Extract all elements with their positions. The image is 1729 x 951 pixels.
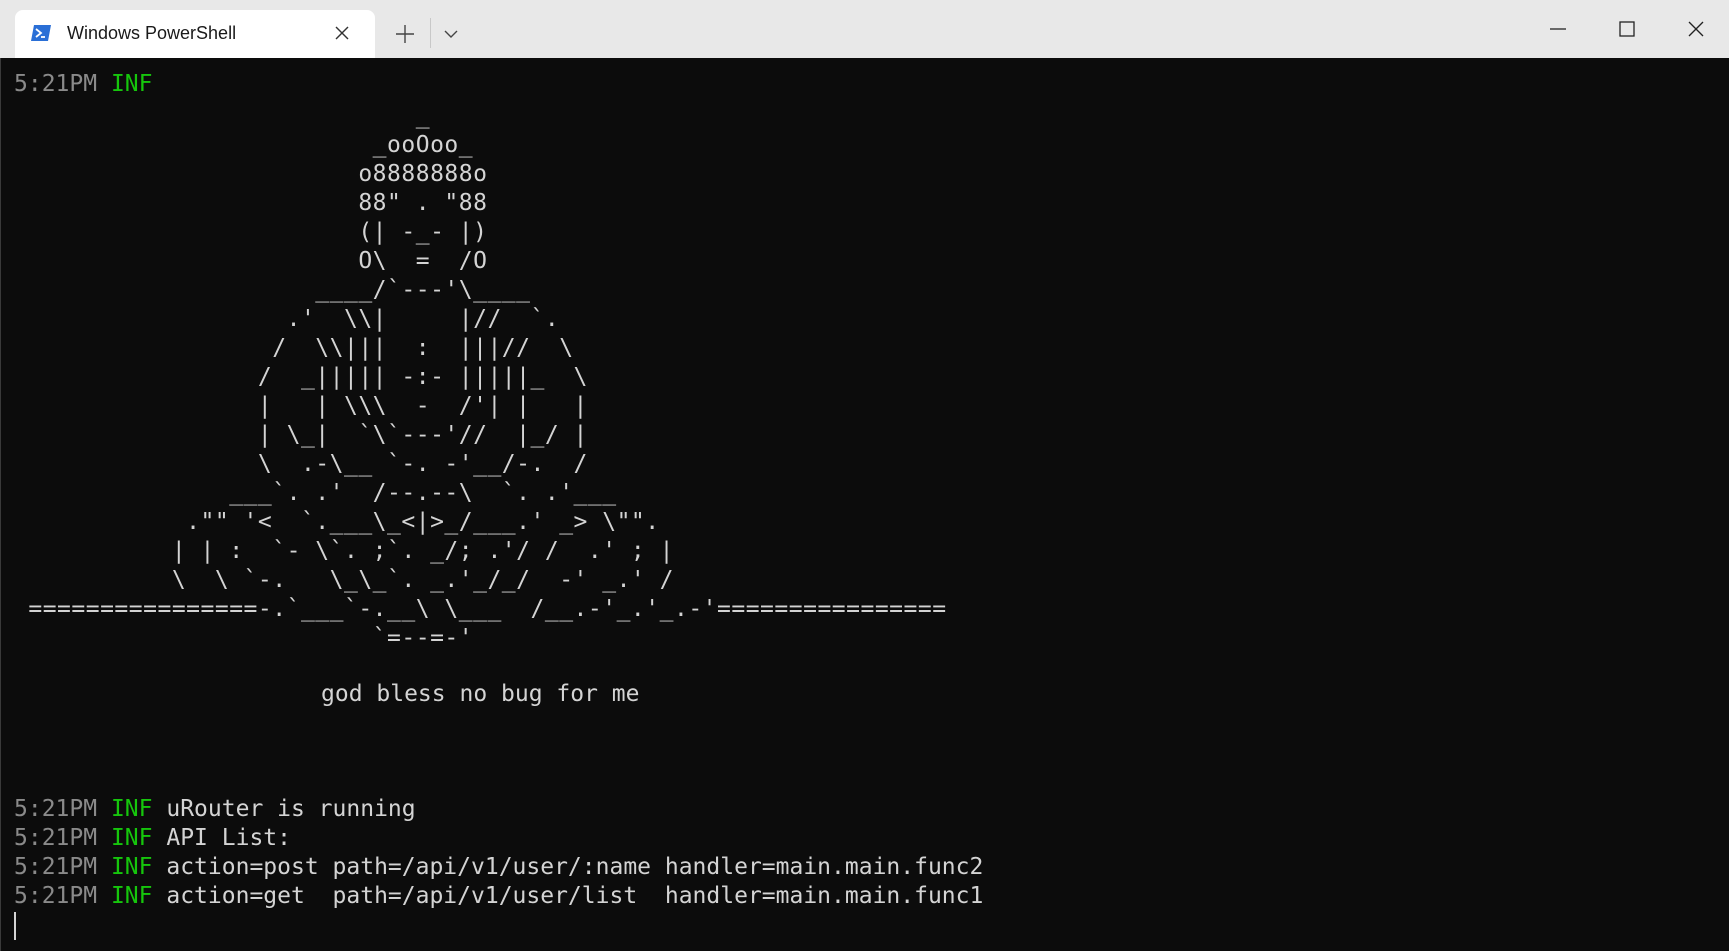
tab-title: Windows PowerShell	[67, 23, 237, 43]
log-timestamp: 5:21PM	[14, 71, 98, 97]
tab-windows-powershell[interactable]: Windows PowerShell	[15, 10, 375, 58]
chevron-down-icon[interactable]	[442, 26, 460, 42]
powershell-icon	[31, 25, 51, 41]
log-message: action=get path=/api/v1/user/list handle…	[166, 883, 984, 909]
log-line: 5:21PM INF action=post path=/api/v1/user…	[14, 853, 983, 882]
log-message: API List:	[166, 825, 291, 851]
ascii-art-buddha: _ _ooOoo_ o8888888o 88" . "88 (| -_- |) …	[28, 103, 947, 651]
log-level: INF	[110, 854, 153, 880]
log-level: INF	[110, 71, 153, 97]
log-message: uRouter is running	[166, 796, 416, 822]
log-level: INF	[110, 796, 153, 822]
log-line: 5:21PM INF	[14, 70, 153, 99]
text-cursor	[14, 912, 16, 940]
log-level: INF	[110, 883, 153, 909]
log-timestamp: 5:21PM	[14, 796, 98, 822]
plus-icon[interactable]	[393, 22, 417, 46]
minimize-icon[interactable]	[1547, 18, 1569, 40]
blessing-text: god bless no bug for me	[321, 681, 640, 707]
title-bar: Windows PowerShell	[0, 0, 1729, 58]
log-timestamp: 5:21PM	[14, 825, 98, 851]
terminal-output[interactable]: 5:21PM INF _ _ooOoo_ o8888888o 88" . "88…	[0, 58, 1729, 951]
log-timestamp: 5:21PM	[14, 883, 98, 909]
terminal-window: Windows PowerShell 5:21PM INF _ _ooOoo_ …	[0, 0, 1729, 951]
log-line: 5:21PM INF API List:	[14, 824, 291, 853]
maximize-icon[interactable]	[1616, 18, 1638, 40]
log-level: INF	[110, 825, 153, 851]
log-message: action=post path=/api/v1/user/:name hand…	[166, 854, 984, 880]
log-line: 5:21PM INF action=get path=/api/v1/user/…	[14, 882, 983, 911]
tab-separator	[430, 18, 431, 48]
log-timestamp: 5:21PM	[14, 854, 98, 880]
close-icon[interactable]	[333, 24, 351, 42]
close-icon[interactable]	[1685, 18, 1707, 40]
log-line: 5:21PM INF uRouter is running	[14, 795, 416, 824]
